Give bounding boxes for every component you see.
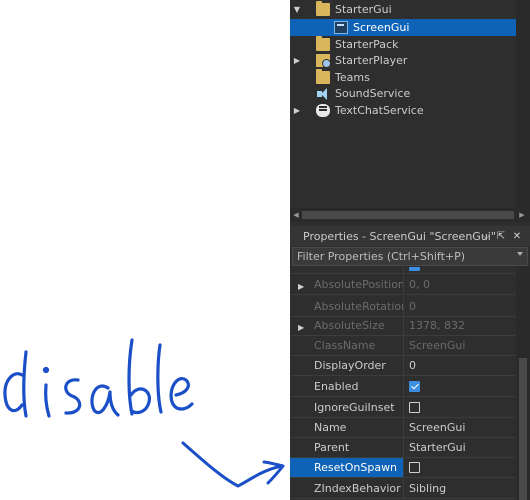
tree-item-starterplayer[interactable]: ▶ StarterPlayer [290,52,516,69]
arrow-to-resetonspawn [181,441,285,488]
tree-item-teams[interactable]: Teams [290,69,516,86]
chevron-right-icon[interactable]: ▶ [298,323,304,332]
property-value: 0 [403,297,516,316]
chat-icon [316,104,330,117]
scrollbar-thumb[interactable] [302,211,514,219]
properties-vertical-scrollbar[interactable] [516,266,530,500]
tree-item-label: StarterGui [335,3,392,16]
enabled-checkbox[interactable] [409,381,420,392]
property-name: ZIndexBehavior [314,482,401,495]
property-row-parent[interactable]: Parent StarterGui [290,438,516,458]
property-value[interactable]: Sibling [403,479,516,498]
property-value: 0, 0 [403,275,516,294]
tree-item-screengui[interactable]: ScreenGui [290,19,516,36]
folder-teams-icon [316,69,330,84]
tree-item-textchatservice[interactable]: ▶ TextChatService [290,102,516,119]
property-row-resetonspawn[interactable]: ResetOnSpawn [290,458,516,478]
scroll-left-icon[interactable]: ◀ [290,208,302,222]
tree-item-label: SoundService [335,87,411,100]
handwritten-word-disable [3,338,194,418]
scroll-right-icon[interactable]: ▶ [516,208,528,222]
close-icon[interactable]: ✕ [511,226,523,246]
property-name: IgnoreGuiInset [314,401,395,414]
property-value[interactable]: StarterGui [403,438,516,457]
property-name: Name [314,421,347,434]
tree-item-label: Teams [335,71,370,84]
property-row-classname[interactable]: ClassName ScreenGui [290,336,516,356]
property-name: Enabled [314,380,359,393]
folder-gui-icon [316,1,330,16]
sound-icon [316,87,330,100]
tree-item-label: StarterPlayer [335,54,408,67]
property-name: AbsoluteSize [314,319,385,332]
explorer-horizontal-scrollbar[interactable]: ◀ ▶ [290,208,530,222]
property-row-displayorder[interactable]: DisplayOrder 0 [290,356,516,376]
tree-item-soundservice[interactable]: SoundService [290,85,516,102]
handwritten-annotation [3,338,285,488]
folder-pack-icon [316,36,330,51]
property-name: AbsoluteRotation [314,300,403,313]
tree-item-label: ScreenGui [353,21,410,34]
property-row-name[interactable]: Name ScreenGui [290,418,516,438]
checkbox-partial [409,267,420,271]
undock-icon[interactable]: ⇱ [495,226,507,246]
property-name: DisplayOrder [314,359,386,372]
property-row-absoluteposition[interactable]: ▶ AbsolutePosition 0, 0 [290,275,516,295]
explorer-vertical-scrollbar[interactable] [516,0,530,208]
property-name: ResetOnSpawn [314,461,398,474]
property-value: 1378, 832 [403,316,516,335]
resetonspawn-checkbox[interactable] [409,462,420,473]
property-value: ScreenGui [403,336,516,355]
property-name: Parent [314,441,350,454]
property-value[interactable]: 0 [403,356,516,375]
property-name: AbsolutePosition [314,278,403,291]
chevron-right-icon[interactable]: ▶ [292,52,302,69]
property-row-ignoreguiinset[interactable]: IgnoreGuiInset [290,398,516,418]
chevron-down-icon[interactable]: ▼ [292,1,302,18]
property-row-enabled[interactable]: Enabled [290,377,516,397]
tree-item-label: StarterPack [335,38,399,51]
property-row-absolutesize[interactable]: ▶ AbsoluteSize 1378, 832 [290,316,516,336]
studio-side-panel: ▼ StarterGui ScreenGui StarterPack ▶ Sta… [290,0,530,500]
chevron-down-icon[interactable]: ⌵ [480,226,492,246]
chevron-down-icon[interactable] [517,252,523,256]
properties-header: Properties - ScreenGui "ScreenGui" ⌵ ⇱ ✕ [290,226,530,246]
properties-title: Properties - ScreenGui "ScreenGui" [303,229,496,243]
chevron-right-icon[interactable]: ▶ [298,282,304,291]
property-row-partial [290,254,516,274]
properties-grid: ▶ AbsolutePosition 0, 0 AbsoluteRotation … [290,254,516,500]
tree-item-startergui[interactable]: ▼ StarterGui [290,1,516,18]
property-name: ClassName [314,339,376,352]
scrollbar-thumb[interactable] [519,358,527,500]
property-row-zindexbehavior[interactable]: ZIndexBehavior Sibling [290,479,516,499]
chevron-right-icon[interactable]: ▶ [292,102,302,119]
folder-player-icon [316,54,331,68]
property-row-absoluterotation[interactable]: AbsoluteRotation 0 [290,297,516,317]
screengui-icon [334,21,348,34]
tree-item-label: TextChatService [335,104,424,117]
explorer-panel: ▼ StarterGui ScreenGui StarterPack ▶ Sta… [290,0,530,222]
property-value[interactable]: ScreenGui [403,418,516,437]
ignoreguiinset-checkbox[interactable] [409,402,420,413]
tree-item-starterpack[interactable]: StarterPack [290,36,516,53]
